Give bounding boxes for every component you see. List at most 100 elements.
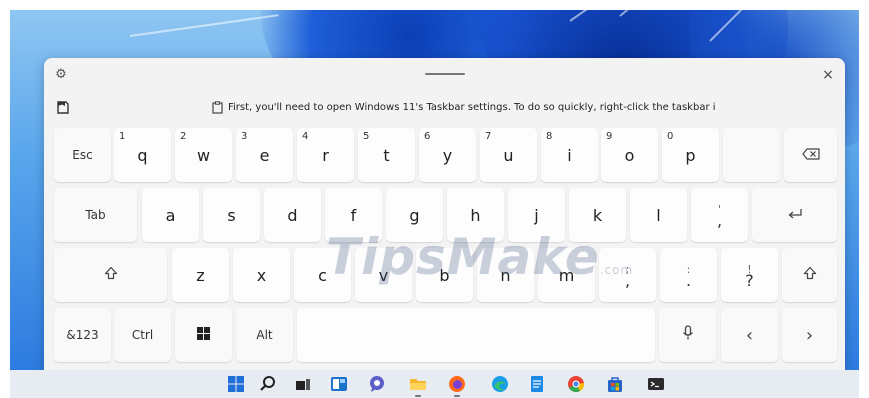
key-label: &123 xyxy=(66,328,99,342)
key-r[interactable]: 4r xyxy=(297,128,354,182)
chevron-right-icon: › xyxy=(805,324,814,346)
key-symbol: . xyxy=(685,271,692,290)
chat-icon[interactable] xyxy=(367,374,387,394)
touch-keyboard: ⚙ × First, you'll need to open Windows 1… xyxy=(44,58,845,372)
key-d[interactable]: d xyxy=(264,188,321,242)
file-explorer-icon[interactable] xyxy=(408,374,428,394)
key-symbol: , xyxy=(716,211,723,230)
space-key[interactable] xyxy=(297,308,655,362)
key-symbol[interactable]: :. xyxy=(660,248,717,302)
key-tab[interactable]: Tab xyxy=(54,188,137,242)
key-label: Alt xyxy=(256,328,273,342)
backspace-icon xyxy=(801,146,820,164)
key-label: e xyxy=(259,145,270,165)
microphone-icon xyxy=(682,325,694,345)
key-number-hint: 6 xyxy=(424,131,431,142)
chevron-left-icon: ‹ xyxy=(745,324,754,346)
drag-handle[interactable] xyxy=(425,73,465,75)
chevron-right-key[interactable]: › xyxy=(782,308,837,362)
terminal-icon[interactable] xyxy=(646,374,666,394)
key-x[interactable]: x xyxy=(233,248,290,302)
key-esc[interactable]: Esc xyxy=(54,128,111,182)
shift-icon xyxy=(104,266,118,284)
key-alt[interactable]: Alt xyxy=(236,308,293,362)
notepad-icon[interactable] xyxy=(527,374,547,394)
store-icon[interactable] xyxy=(605,374,625,394)
key-label: l xyxy=(656,205,661,225)
key-e[interactable]: 3e xyxy=(236,128,293,182)
enter-icon xyxy=(787,206,803,224)
key-label: q xyxy=(137,145,148,165)
key-number-hint: 5 xyxy=(363,131,370,142)
windows-key[interactable] xyxy=(175,308,232,362)
key-g[interactable]: g xyxy=(386,188,443,242)
firefox-icon[interactable] xyxy=(447,374,467,394)
key-symbol[interactable]: !? xyxy=(721,248,778,302)
key-number-hint: 0 xyxy=(667,131,674,142)
key-j[interactable]: j xyxy=(508,188,565,242)
key-&123[interactable]: &123 xyxy=(54,308,111,362)
key-label: m xyxy=(558,265,575,285)
key-n[interactable]: n xyxy=(477,248,534,302)
key-label: u xyxy=(503,145,514,165)
key-q[interactable]: 1q xyxy=(114,128,171,182)
key-f[interactable]: f xyxy=(325,188,382,242)
widgets-icon[interactable] xyxy=(329,374,349,394)
key-i[interactable]: 8i xyxy=(541,128,598,182)
key-label: z xyxy=(196,265,205,285)
key-a[interactable]: a xyxy=(142,188,199,242)
enter-key[interactable] xyxy=(752,188,837,242)
key-y[interactable]: 6y xyxy=(419,128,476,182)
key-symbol-stack: ', xyxy=(716,204,723,230)
close-icon[interactable]: × xyxy=(819,66,837,84)
key-label: Tab xyxy=(85,208,106,222)
wallpaper-streak xyxy=(129,14,279,37)
key-z[interactable]: z xyxy=(172,248,229,302)
key-symbol[interactable]: ', xyxy=(691,188,748,242)
key-symbol: , xyxy=(624,271,631,290)
key-t[interactable]: 5t xyxy=(358,128,415,182)
key-l[interactable]: l xyxy=(630,188,687,242)
key-ctrl[interactable]: Ctrl xyxy=(114,308,171,362)
key-label: w xyxy=(196,145,211,165)
key-s[interactable]: s xyxy=(203,188,260,242)
key-h[interactable]: h xyxy=(447,188,504,242)
key-number-hint: 9 xyxy=(606,131,613,142)
key-p[interactable]: 0p xyxy=(662,128,719,182)
key-number-hint: 1 xyxy=(119,131,126,142)
key-symbol: ? xyxy=(745,271,754,290)
key-b[interactable]: b xyxy=(416,248,473,302)
shift-key[interactable] xyxy=(782,248,837,302)
key-label: Ctrl xyxy=(131,328,154,342)
key-label: k xyxy=(592,205,603,225)
key-label: n xyxy=(500,265,511,285)
chrome-icon[interactable] xyxy=(566,374,586,394)
key-label: o xyxy=(624,145,635,165)
microphone-key[interactable] xyxy=(659,308,716,362)
windows-icon xyxy=(197,326,210,344)
running-indicator xyxy=(454,395,460,397)
backspace-key[interactable] xyxy=(784,128,837,182)
key-number-hint: 4 xyxy=(302,131,309,142)
key-c[interactable]: c xyxy=(294,248,351,302)
key-number-hint: 2 xyxy=(180,131,187,142)
clipboard-icon[interactable] xyxy=(56,101,70,114)
shift-key[interactable] xyxy=(54,248,167,302)
search-icon[interactable] xyxy=(258,374,278,394)
key-w[interactable]: 2w xyxy=(175,128,232,182)
key-symbol-stack: !? xyxy=(745,264,754,290)
gear-icon[interactable]: ⚙ xyxy=(54,68,68,82)
key-m[interactable]: m xyxy=(538,248,595,302)
windows-start-icon[interactable] xyxy=(226,374,246,394)
key-u[interactable]: 7u xyxy=(480,128,537,182)
key-number-hint: 3 xyxy=(241,131,248,142)
edge-icon[interactable] xyxy=(490,374,510,394)
key-k[interactable]: k xyxy=(569,188,626,242)
key-label: s xyxy=(227,205,236,225)
text-suggestion[interactable]: First, you'll need to open Windows 11's … xyxy=(228,100,788,116)
key-v[interactable]: v xyxy=(355,248,412,302)
key-symbol[interactable]: ;, xyxy=(599,248,656,302)
key-o[interactable]: 9o xyxy=(601,128,658,182)
chevron-left-key[interactable]: ‹ xyxy=(721,308,778,362)
task-view-icon[interactable] xyxy=(293,374,313,394)
